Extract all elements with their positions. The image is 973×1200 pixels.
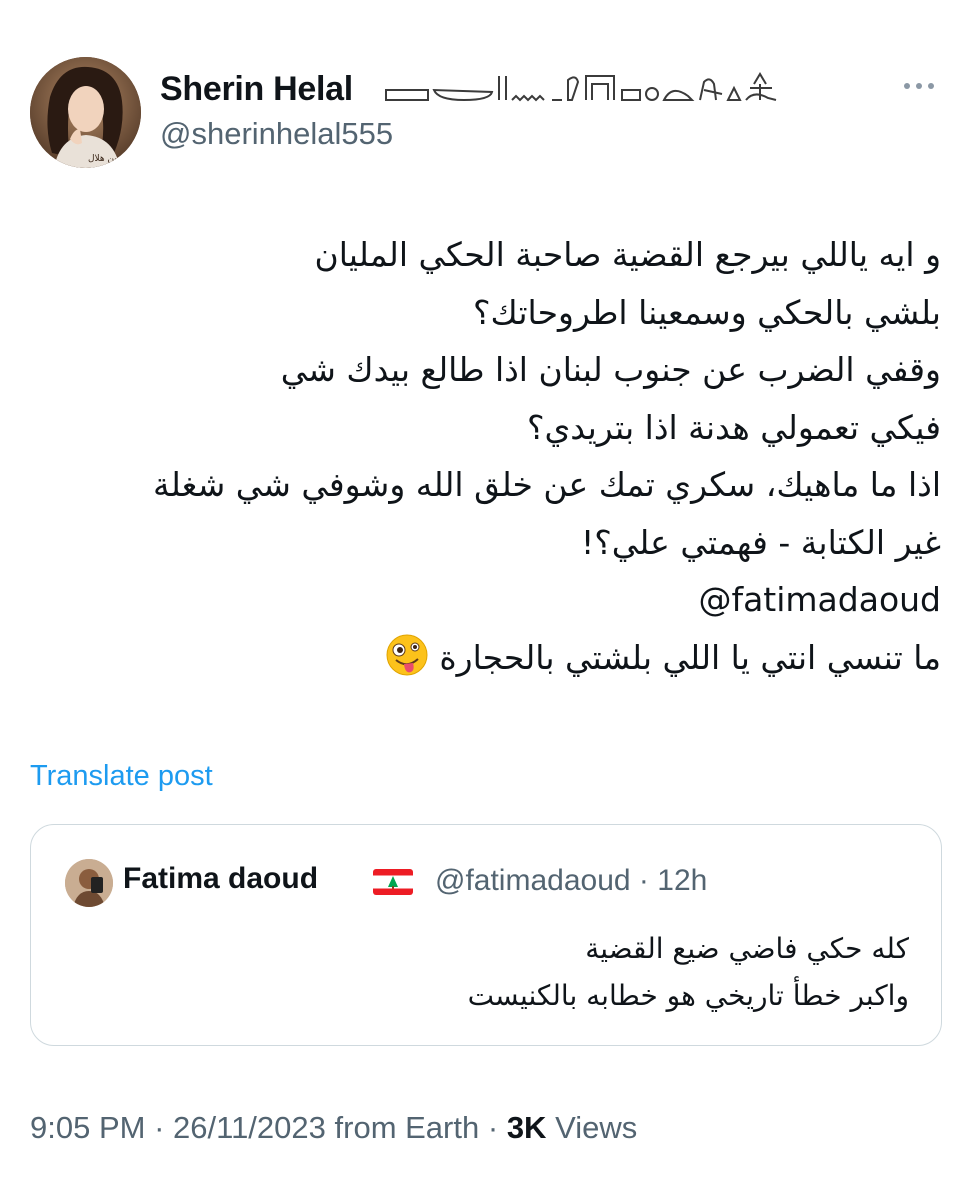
post-line: غير الكتابة - فهمتي علي؟!	[580, 522, 941, 562]
post-metadata: 9:05 PM · 26/11/2023 from Earth · 3K Vie…	[30, 1110, 637, 1146]
post-line: ما تنسي انتي يا اللي بلشتي بالحجارة	[439, 637, 941, 677]
quoted-post-time[interactable]: 12h	[657, 864, 707, 897]
quoted-post-text: كله حكي فاضي ضيع القضية واكبر خطأ تاريخي…	[69, 925, 909, 1019]
post-line: و ايه ياللي بيرجع القضية صاحبة الحكي الم…	[314, 235, 941, 274]
zany-face-emoji-icon	[385, 633, 429, 677]
post-line: بلشي بالحكي وسمعينا اطروحاتك؟	[473, 292, 941, 332]
more-options-icon[interactable]	[901, 76, 941, 100]
views-label: Views	[555, 1110, 638, 1145]
post-text: و ايه ياللي بيرجع القضية صاحبة الحكي الم…	[21, 226, 941, 686]
post-date[interactable]: 26/11/2023	[173, 1110, 326, 1145]
quoted-author-handle[interactable]: @fatimadaoud	[435, 864, 631, 897]
translate-post-link[interactable]: Translate post	[30, 760, 213, 793]
quoted-post-card[interactable]: Fatima daoud @fatimadaoud · 12h كله حكي …	[30, 824, 942, 1046]
views-count[interactable]: 3K	[507, 1110, 547, 1145]
author-avatar[interactable]: شيرين هلال	[30, 57, 141, 168]
post-line: وقفي الضرب عن جنوب لبنان اذا طالع بيدك ش…	[280, 350, 941, 389]
post-line: فيكي تعمولي هدنة اذا بتريدي؟	[526, 407, 941, 447]
avatar-signature: شيرين هلال	[88, 154, 132, 164]
quoted-author-avatar[interactable]	[65, 859, 113, 907]
author-name[interactable]: Sherin Helal	[160, 70, 353, 109]
quoted-post-line: كله حكي فاضي ضيع القضية	[585, 932, 909, 965]
meta-separator: ·	[638, 864, 649, 897]
meta-separator: ·	[154, 1110, 165, 1145]
mention-link[interactable]: @fatimadaoud	[698, 571, 941, 629]
hieroglyph-name-decoration	[382, 70, 792, 106]
quoted-post-meta: @fatimadaoud · 12h	[435, 864, 707, 898]
author-handle[interactable]: @sherinhelal555	[160, 116, 393, 152]
post-source: from Earth	[334, 1110, 480, 1145]
post-time[interactable]: 9:05 PM	[30, 1110, 145, 1145]
meta-separator: ·	[487, 1110, 499, 1145]
quoted-post-line: واكبر خطأ تاريخي هو خطابه بالكنيست	[467, 979, 909, 1012]
quoted-author-name[interactable]: Fatima daoud	[123, 862, 318, 896]
post-line: اذا ما ماهيك، سكري تمك عن خلق الله وشوفي…	[153, 465, 941, 504]
lebanon-flag-icon	[373, 869, 413, 895]
